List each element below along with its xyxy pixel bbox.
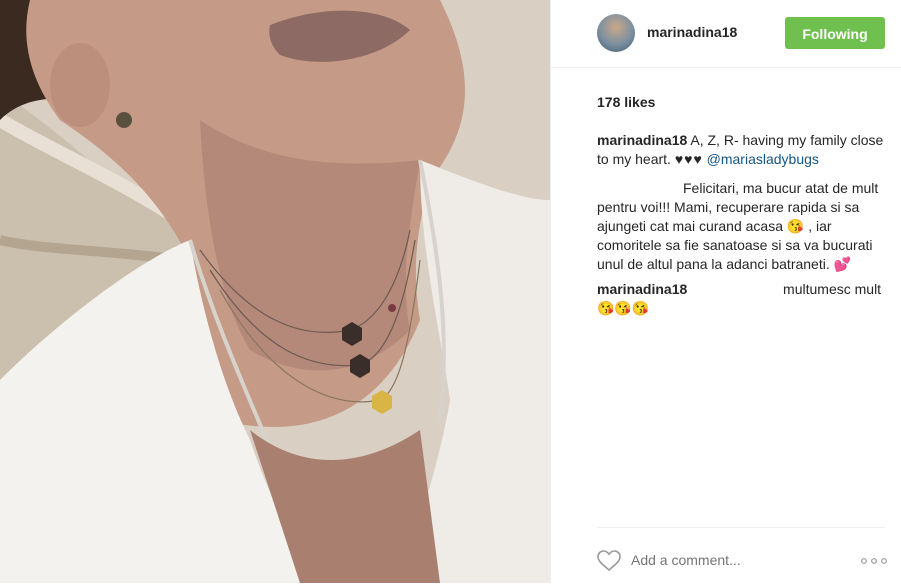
more-options-icon[interactable] (861, 558, 887, 564)
post-header: marinadina18 Following (551, 0, 901, 68)
comment-text: Felicitari, ma bucur atat de mult pentru… (597, 180, 879, 234)
likes-count[interactable]: 178 likes (597, 94, 655, 110)
comment-item: Felicitari, ma bucur atat de mult pentru… (597, 179, 887, 274)
comment-text: multumesc mult (783, 281, 882, 297)
photo-illustration (0, 0, 550, 583)
comment-username[interactable]: marinadina18 (597, 281, 687, 297)
comment-item: marinadina18 multumesc mult 😘😘😘 (597, 280, 887, 318)
following-button[interactable]: Following (785, 17, 885, 49)
caption-username[interactable]: marinadina18 (597, 132, 687, 148)
heart-outline-icon[interactable] (597, 550, 621, 572)
comments-list: marinadina18 A, Z, R- having my family c… (597, 131, 887, 324)
avatar[interactable] (597, 14, 635, 52)
caption-hearts: ♥♥♥ (674, 151, 703, 167)
add-comment-input[interactable] (631, 552, 831, 568)
caption-mention[interactable]: @mariasladybugs (707, 151, 819, 167)
post-photo[interactable] (0, 0, 550, 583)
comment-emoji: 😘 (786, 218, 805, 234)
comment-footer (597, 527, 887, 584)
comment-emoji: 😘😘😘 (597, 300, 650, 316)
caption: marinadina18 A, Z, R- having my family c… (597, 131, 887, 169)
post-sidebar: marinadina18 Following 178 likes marinad… (550, 0, 901, 583)
post-username[interactable]: marinadina18 (647, 24, 737, 40)
redacted-mention (691, 283, 779, 297)
comment-emoji: 💕 (833, 256, 852, 272)
